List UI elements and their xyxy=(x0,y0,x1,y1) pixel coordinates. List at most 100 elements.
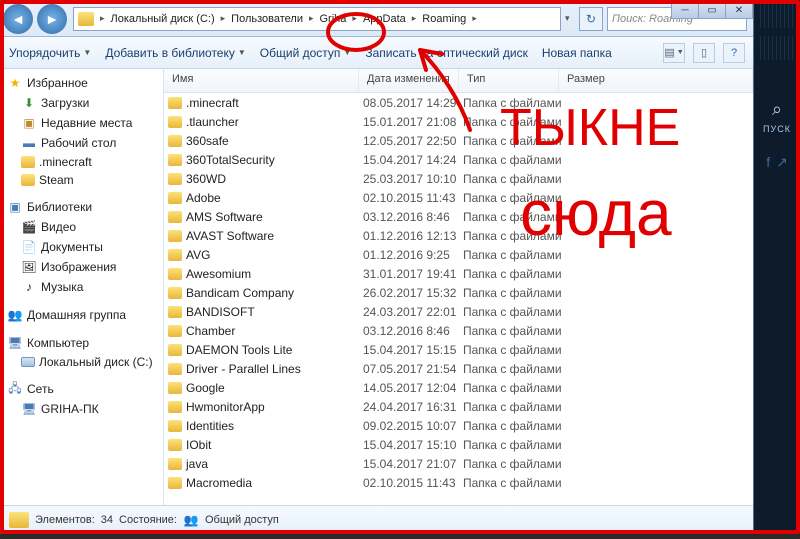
table-row[interactable]: Identities09.02.2015 10:07Папка с файлам… xyxy=(164,416,753,435)
sidebar-favorites[interactable]: ★Избранное xyxy=(1,73,163,93)
folder-icon xyxy=(168,306,182,318)
back-button[interactable]: ◄ xyxy=(3,4,33,34)
table-row[interactable]: AVG01.12.2016 9:25Папка с файлами xyxy=(164,245,753,264)
sidebar-item-grihapc[interactable]: 🖥GRIHA-ПК xyxy=(1,399,163,419)
column-name[interactable]: Имя xyxy=(164,69,359,92)
address-bar[interactable]: ▸ Локальный диск (C:)▸ Пользователи▸ Gri… xyxy=(73,7,561,31)
sidebar-item-documents[interactable]: 📄Документы xyxy=(1,237,163,257)
table-row[interactable]: Bandicam Company26.02.2017 15:32Папка с … xyxy=(164,283,753,302)
sidebar-computer[interactable]: 🖥Компьютер xyxy=(1,333,163,353)
forward-button[interactable]: ► xyxy=(37,4,67,34)
chevron-right-icon: ▸ xyxy=(98,13,107,24)
table-row[interactable]: 360safe12.05.2017 22:50Папка с файлами xyxy=(164,131,753,150)
folder-icon xyxy=(21,156,35,168)
file-date: 08.05.2017 14:29 xyxy=(363,96,463,110)
file-name: Driver - Parallel Lines xyxy=(186,362,301,376)
file-name: Chamber xyxy=(186,324,235,338)
view-options-button[interactable]: ▤▼ xyxy=(663,43,685,63)
sidebar-network[interactable]: 🖧Сеть xyxy=(1,379,163,399)
file-date: 09.02.2015 10:07 xyxy=(363,419,463,433)
table-row[interactable]: Driver - Parallel Lines07.05.2017 21:54П… xyxy=(164,359,753,378)
file-type: Папка с файлами xyxy=(463,476,563,490)
status-bar: Элементов: 34 Состояние: 👥 Общий доступ xyxy=(1,505,753,533)
nav-bar: ◄ ► ▸ Локальный диск (C:)▸ Пользователи▸… xyxy=(1,1,753,37)
file-date: 14.05.2017 12:04 xyxy=(363,381,463,395)
table-row[interactable]: .tlauncher15.01.2017 21:08Папка с файлам… xyxy=(164,112,753,131)
image-icon: 🖼 xyxy=(21,259,37,275)
breadcrumb-seg[interactable]: AppData xyxy=(359,13,410,25)
search-icon[interactable]: ⌕ xyxy=(762,94,792,124)
sidebar-item-images[interactable]: 🖼Изображения xyxy=(1,257,163,277)
file-date: 31.01.2017 19:41 xyxy=(363,267,463,281)
table-row[interactable]: IObit15.04.2017 15:10Папка с файлами xyxy=(164,435,753,454)
table-row[interactable]: DAEMON Tools Lite15.04.2017 15:15Папка с… xyxy=(164,340,753,359)
file-name: 360WD xyxy=(186,172,226,186)
sidebar-item-recent[interactable]: ▣Недавние места xyxy=(1,113,163,133)
sharing-icon: 👥 xyxy=(183,512,199,528)
folder-icon xyxy=(168,287,182,299)
table-row[interactable]: java 15.04.2017 21:07Папка с файлами xyxy=(164,454,753,473)
file-name: IObit xyxy=(186,438,211,452)
sidebar-item-downloads[interactable]: ⬇Загрузки xyxy=(1,93,163,113)
column-type[interactable]: Тип xyxy=(459,69,559,92)
burn-button[interactable]: Записать на оптический диск xyxy=(365,46,528,60)
file-rows[interactable]: .minecraft08.05.2017 14:29Папка с файлам… xyxy=(164,93,753,505)
table-row[interactable]: BANDISOFT24.03.2017 22:01Папка с файлами xyxy=(164,302,753,321)
minimize-button[interactable]: ─ xyxy=(671,1,699,19)
refresh-button[interactable]: ↻ xyxy=(579,7,603,31)
sidebar-item-desktop[interactable]: ▬Рабочий стол xyxy=(1,133,163,153)
sidebar-item-steam[interactable]: Steam xyxy=(1,171,163,189)
table-row[interactable]: Adobe02.10.2015 11:43Папка с файлами xyxy=(164,188,753,207)
file-date: 15.04.2017 21:07 xyxy=(363,457,463,471)
folder-icon xyxy=(168,249,182,261)
sidebar-libraries[interactable]: ▣Библиотеки xyxy=(1,197,163,217)
table-row[interactable]: AVAST Software01.12.2016 12:13Папка с фа… xyxy=(164,226,753,245)
close-button[interactable]: ✕ xyxy=(725,1,753,19)
file-date: 12.05.2017 22:50 xyxy=(363,134,463,148)
file-name: AMS Software xyxy=(186,210,263,224)
sidebar-item-video[interactable]: 🎬Видео xyxy=(1,217,163,237)
chevron-right-icon: ▸ xyxy=(470,13,479,24)
share-button[interactable]: Общий доступ▼ xyxy=(260,46,352,60)
file-type: Папка с файлами xyxy=(463,115,563,129)
table-row[interactable]: Google14.05.2017 12:04Папка с файлами xyxy=(164,378,753,397)
organize-button[interactable]: Упорядочить▼ xyxy=(9,46,91,60)
breadcrumb-seg[interactable]: Пользователи xyxy=(227,13,307,25)
breadcrumb-seg[interactable]: Локальный диск (C:) xyxy=(107,13,219,25)
table-row[interactable]: AMS Software03.12.2016 8:46Папка с файла… xyxy=(164,207,753,226)
table-row[interactable]: Awesomium31.01.2017 19:41Папка с файлами xyxy=(164,264,753,283)
network-icon: 🖧 xyxy=(7,381,23,397)
file-type: Папка с файлами xyxy=(463,305,563,319)
breadcrumb-seg[interactable]: Roaming xyxy=(418,13,470,25)
table-row[interactable]: .minecraft08.05.2017 14:29Папка с файлам… xyxy=(164,93,753,112)
table-row[interactable]: 360TotalSecurity15.04.2017 14:24Папка с … xyxy=(164,150,753,169)
help-button[interactable]: ? xyxy=(723,43,745,63)
desktop-icon: ▬ xyxy=(21,135,37,151)
table-row[interactable]: HwmonitorApp24.04.2017 16:31Папка с файл… xyxy=(164,397,753,416)
preview-pane-button[interactable]: ▯ xyxy=(693,43,715,63)
sidebar-item-minecraft[interactable]: .minecraft xyxy=(1,153,163,171)
file-type: Папка с файлами xyxy=(463,457,563,471)
download-icon: ⬇ xyxy=(21,95,37,111)
history-dropdown[interactable]: ▾ xyxy=(565,13,579,24)
file-date: 15.04.2017 15:10 xyxy=(363,438,463,452)
maximize-button[interactable]: ▭ xyxy=(698,1,726,19)
breadcrumb-seg[interactable]: Griha xyxy=(316,13,351,25)
sidebar-item-localdisk[interactable]: Локальный диск (C:) xyxy=(1,353,163,371)
table-row[interactable]: Macromedia02.10.2015 11:43Папка с файлам… xyxy=(164,473,753,492)
sidebar-homegroup[interactable]: 👥Домашняя группа xyxy=(1,305,163,325)
new-folder-button[interactable]: Новая папка xyxy=(542,46,612,60)
file-name: java xyxy=(186,457,208,471)
explorer-window: ─ ▭ ✕ ◄ ► ▸ Локальный диск (C:)▸ Пользов… xyxy=(0,0,754,534)
facebook-icon[interactable]: f xyxy=(766,154,770,171)
share-icon[interactable]: ↗ xyxy=(776,154,788,171)
add-to-library-button[interactable]: Добавить в библиотеку▼ xyxy=(105,46,245,60)
sidebar-item-music[interactable]: ♪Музыка xyxy=(1,277,163,297)
file-type: Папка с файлами xyxy=(463,419,563,433)
table-row[interactable]: 360WD25.03.2017 10:10Папка с файлами xyxy=(164,169,753,188)
folder-icon xyxy=(168,344,182,356)
sidebar[interactable]: ★Избранное ⬇Загрузки ▣Недавние места ▬Ра… xyxy=(1,69,164,505)
table-row[interactable]: Chamber03.12.2016 8:46Папка с файлами xyxy=(164,321,753,340)
column-size[interactable]: Размер xyxy=(559,69,753,92)
column-date[interactable]: Дата изменения xyxy=(359,69,459,92)
